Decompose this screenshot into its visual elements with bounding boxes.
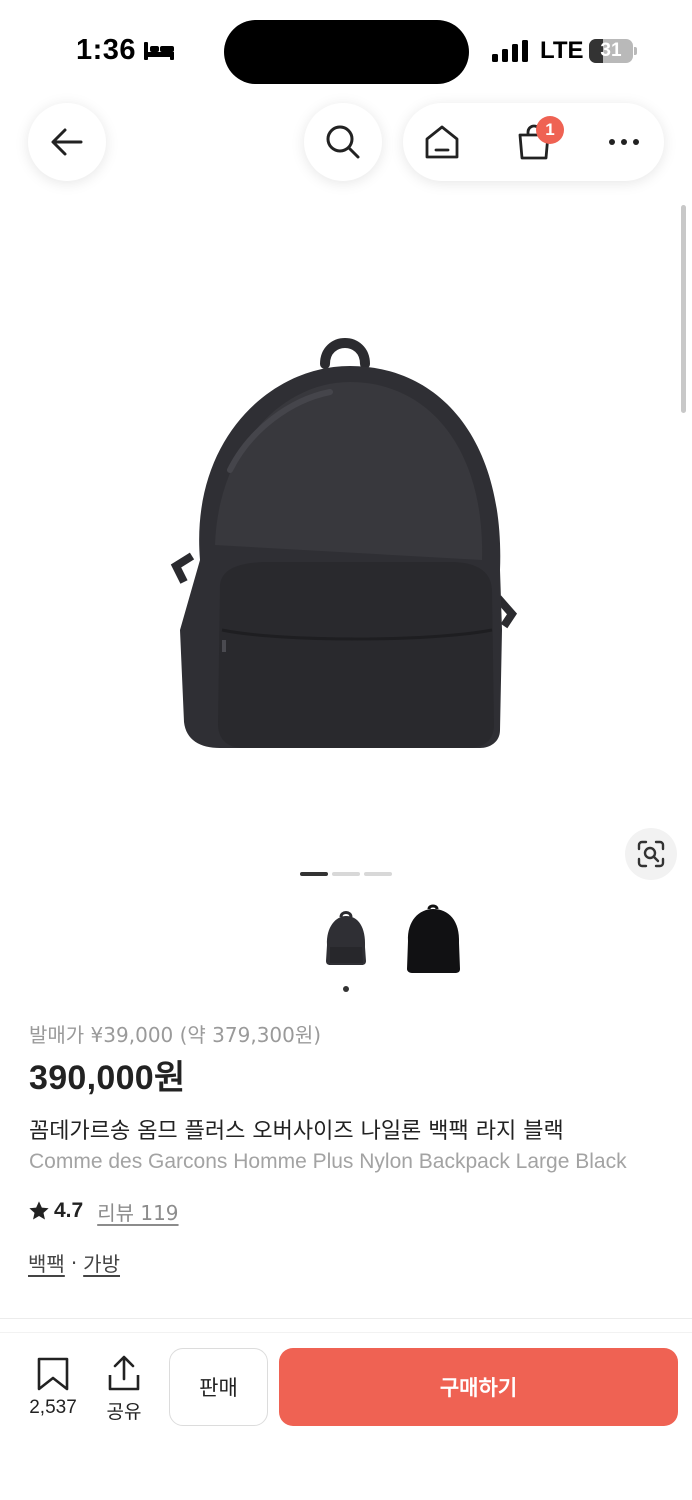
sell-button[interactable]: 판매 <box>169 1348 268 1426</box>
back-arrow-icon <box>51 128 83 156</box>
product-price: 390,000원 <box>29 1059 186 1097</box>
rating-value: 4.7 <box>54 1199 84 1222</box>
thumbnail-selected-dot <box>343 986 349 992</box>
more-icon <box>609 139 639 145</box>
tag-separator: · <box>70 1250 78 1275</box>
cart-badge: 1 <box>536 116 564 144</box>
search-button[interactable] <box>304 103 382 181</box>
status-bar: 1:36 LTE 31 <box>0 0 692 100</box>
search-icon <box>326 125 360 159</box>
battery-icon: 31 <box>589 39 637 63</box>
rating-row: 4.7 리뷰 119 <box>28 1196 179 1226</box>
gallery-page-dot <box>332 872 360 876</box>
more-button[interactable] <box>594 103 654 181</box>
gallery-page-indicator <box>300 872 395 878</box>
thumbnail-back[interactable] <box>397 903 469 979</box>
nav-actions-group: 1 <box>403 103 664 181</box>
review-link[interactable]: 리뷰 119 <box>97 1197 178 1226</box>
back-button[interactable] <box>28 103 106 181</box>
tag-bag[interactable]: 가방 <box>83 1248 120 1277</box>
dynamic-island <box>224 20 469 84</box>
divider <box>0 1332 692 1333</box>
battery-level: 31 <box>600 40 622 61</box>
product-image[interactable] <box>160 330 530 760</box>
share-icon <box>108 1355 140 1391</box>
share-label: 공유 <box>106 1401 142 1423</box>
bookmark-icon <box>37 1357 69 1391</box>
cart-button[interactable]: 1 <box>504 103 564 181</box>
buy-button[interactable]: 구매하기 <box>279 1348 678 1426</box>
network-type: LTE <box>540 37 584 64</box>
home-button[interactable] <box>412 103 472 181</box>
scroll-indicator[interactable] <box>681 205 686 413</box>
bookmark-button[interactable]: 2,537 <box>20 1353 86 1423</box>
category-tags: 백팩 · 가방 <box>28 1248 120 1277</box>
bookmark-count: 2,537 <box>29 1397 77 1418</box>
gallery-page-dot <box>364 872 392 876</box>
home-icon <box>425 125 459 159</box>
share-button[interactable]: 공유 <box>96 1353 152 1423</box>
thumbnail-front[interactable] <box>310 903 382 979</box>
release-price: 발매가 ¥39,000 (약 379,300원) <box>29 1023 322 1047</box>
image-search-button[interactable] <box>625 828 677 880</box>
product-name-korean: 꼼데가르송 옴므 플러스 오버사이즈 나일론 백팩 라지 블랙 <box>29 1119 564 1144</box>
name-fade-overlay <box>632 1148 692 1178</box>
gallery-page-dot <box>300 872 328 876</box>
divider <box>0 1318 692 1319</box>
signal-icon <box>492 40 528 62</box>
image-search-icon <box>637 840 665 868</box>
bed-icon <box>144 42 174 60</box>
status-time: 1:36 <box>76 34 137 66</box>
star-icon <box>29 1201 49 1220</box>
product-name-english: Comme des Garcons Homme Plus Nylon Backp… <box>29 1150 627 1173</box>
tag-backpack[interactable]: 백팩 <box>28 1248 65 1277</box>
